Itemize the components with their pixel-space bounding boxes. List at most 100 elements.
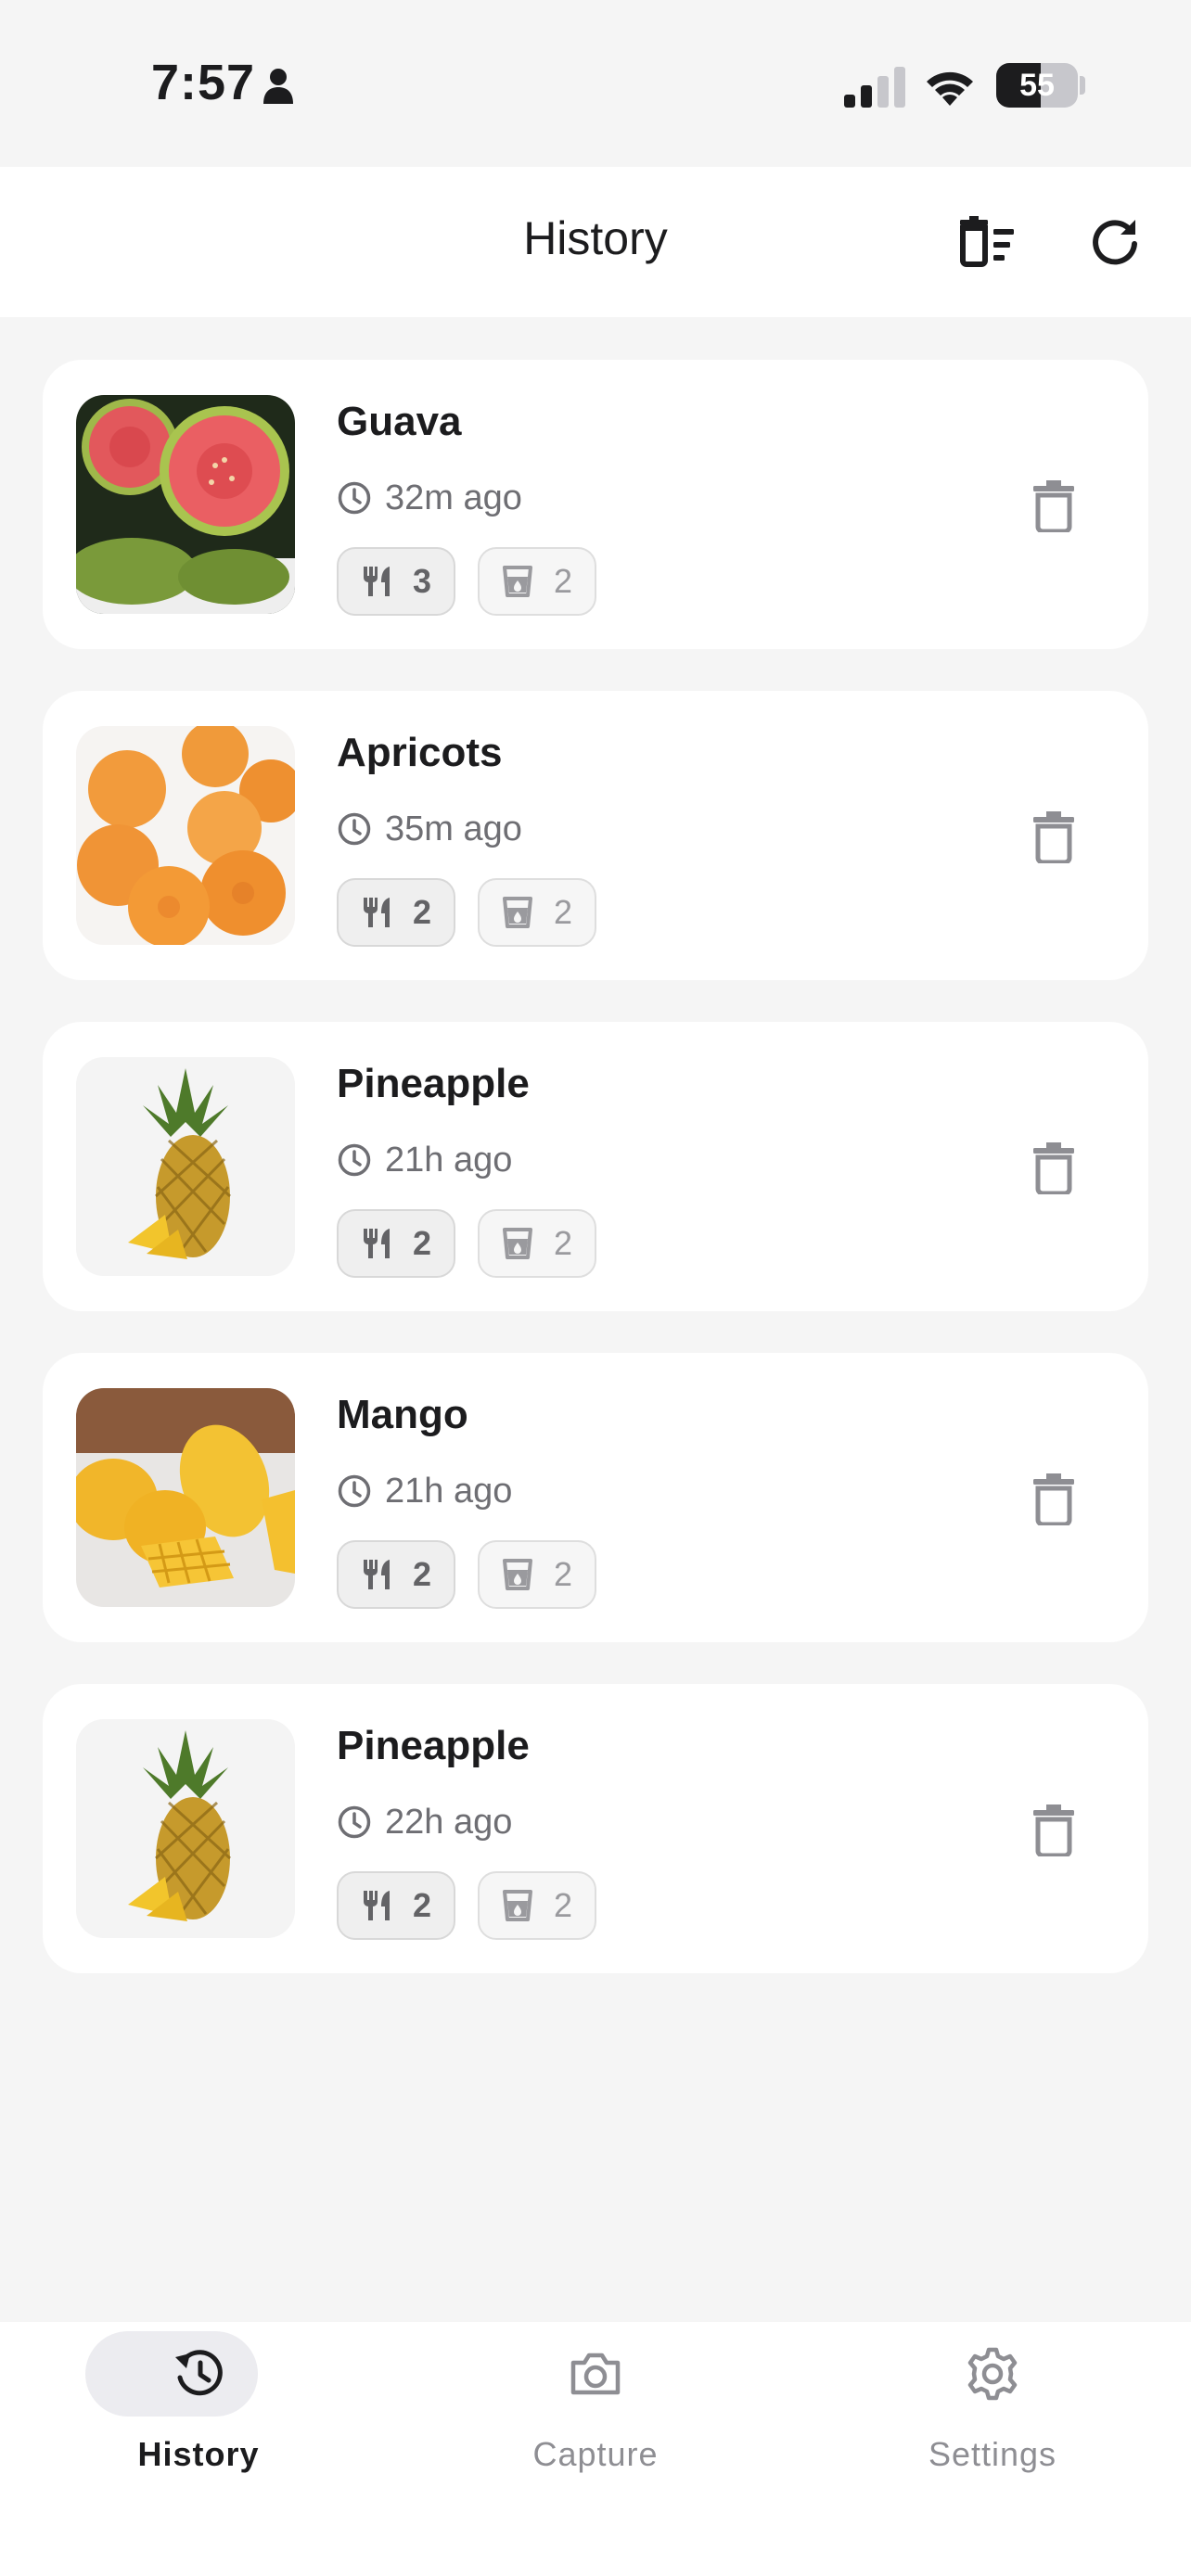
cups-badge: 2 [478, 1209, 596, 1278]
history-icon [175, 2350, 223, 2396]
pineapple-image [76, 1057, 295, 1276]
food-thumbnail [76, 1719, 295, 1938]
food-thumbnail [76, 1388, 295, 1607]
item-title: Pineapple [337, 1723, 530, 1768]
mango-image [76, 1388, 295, 1607]
cups-badge: 2 [478, 1540, 596, 1609]
food-thumbnail [76, 1057, 295, 1276]
item-time-row: 32m ago [337, 477, 522, 519]
refresh-button[interactable] [1073, 200, 1157, 284]
cups-count: 2 [554, 893, 573, 931]
cups-count: 2 [554, 562, 573, 600]
cup-icon [503, 566, 532, 597]
delete-sweep-icon [960, 216, 1014, 267]
clock-icon [338, 1805, 371, 1839]
pineapple-image [76, 1719, 295, 1938]
tab-history-label: History [137, 2435, 260, 2473]
delete-button[interactable] [1017, 1462, 1091, 1537]
delete-button[interactable] [1017, 1793, 1091, 1868]
item-title: Guava [337, 399, 462, 444]
item-time: 32m ago [385, 478, 522, 517]
utensils-icon [364, 898, 390, 927]
clock-icon [338, 1143, 371, 1177]
servings-count: 2 [413, 1886, 432, 1924]
camera-icon [570, 2353, 621, 2395]
servings-count: 2 [413, 1555, 432, 1593]
cup-icon [503, 1890, 532, 1921]
utensils-icon [364, 567, 390, 596]
item-time-row: 21h ago [337, 1470, 512, 1512]
badges: 2 2 [337, 878, 619, 947]
person-icon [263, 69, 293, 104]
servings-count: 2 [413, 1224, 432, 1262]
item-title: Pineapple [337, 1061, 530, 1106]
tab-capture[interactable]: Capture [397, 2322, 794, 2507]
gear-icon [967, 2347, 1018, 2401]
tab-bar: History Capture Settings [0, 2322, 1191, 2576]
item-title: Mango [337, 1392, 468, 1437]
history-card[interactable]: Mango 21h ago 2 2 [43, 1353, 1148, 1642]
cups-count: 2 [554, 1886, 573, 1924]
trash-icon [1033, 1142, 1074, 1194]
tab-capture-label: Capture [532, 2435, 659, 2473]
cup-icon [503, 1228, 532, 1259]
servings-badge: 2 [337, 1540, 455, 1609]
history-card[interactable]: Pineapple 22h ago 2 2 [43, 1684, 1148, 1973]
servings-count: 3 [413, 562, 432, 600]
apricots-image [76, 726, 295, 945]
clock-icon [338, 481, 371, 515]
status-time: 7:57 [151, 55, 256, 110]
badges: 2 2 [337, 1540, 619, 1609]
delete-button[interactable] [1017, 469, 1091, 543]
cups-count: 2 [554, 1555, 573, 1593]
badges: 3 2 [337, 547, 619, 616]
item-time: 35m ago [385, 809, 522, 848]
trash-icon [1033, 480, 1074, 532]
item-time: 21h ago [385, 1140, 513, 1180]
battery-tip [1080, 76, 1085, 95]
servings-count: 2 [413, 893, 432, 931]
cups-badge: 2 [478, 1871, 596, 1940]
servings-badge: 3 [337, 547, 455, 616]
food-thumbnail [76, 726, 295, 945]
battery-level: 55 [1019, 67, 1055, 103]
clock-icon [338, 1474, 371, 1508]
tab-history[interactable]: History [0, 2322, 397, 2507]
history-card[interactable]: Guava 32m ago 3 2 [43, 360, 1148, 649]
utensils-icon [364, 1560, 390, 1589]
item-time: 22h ago [385, 1802, 513, 1842]
food-thumbnail [76, 395, 295, 614]
servings-badge: 2 [337, 1871, 455, 1940]
guava-image [76, 395, 295, 614]
tab-settings[interactable]: Settings [794, 2322, 1191, 2507]
badges: 2 2 [337, 1209, 619, 1278]
servings-badge: 2 [337, 878, 455, 947]
tab-settings-label: Settings [928, 2435, 1057, 2473]
cups-badge: 2 [478, 878, 596, 947]
item-time: 21h ago [385, 1471, 513, 1511]
item-time-row: 35m ago [337, 808, 522, 850]
item-time-row: 22h ago [337, 1801, 512, 1843]
wifi-icon [927, 71, 973, 106]
clear-history-button[interactable] [944, 200, 1028, 284]
status-bar: 7:57 55 [0, 0, 1191, 167]
refresh-icon [1093, 220, 1137, 265]
cup-icon [503, 897, 532, 928]
clock-icon [338, 812, 371, 846]
item-time-row: 21h ago [337, 1139, 512, 1181]
delete-button[interactable] [1017, 800, 1091, 874]
servings-badge: 2 [337, 1209, 455, 1278]
badges: 2 2 [337, 1871, 619, 1940]
history-list: Guava 32m ago 3 2 Apricots 35m ago 2 2 P… [43, 360, 1148, 2015]
trash-icon [1033, 811, 1074, 863]
delete-button[interactable] [1017, 1131, 1091, 1205]
battery-indicator: 55 [996, 63, 1078, 108]
cups-badge: 2 [478, 547, 596, 616]
history-card[interactable]: Apricots 35m ago 2 2 [43, 691, 1148, 980]
item-title: Apricots [337, 730, 503, 775]
trash-icon [1033, 1473, 1074, 1525]
history-card[interactable]: Pineapple 21h ago 2 2 [43, 1022, 1148, 1311]
cellular-signal-icon [844, 67, 905, 108]
cups-count: 2 [554, 1224, 573, 1262]
header: History [0, 167, 1191, 317]
